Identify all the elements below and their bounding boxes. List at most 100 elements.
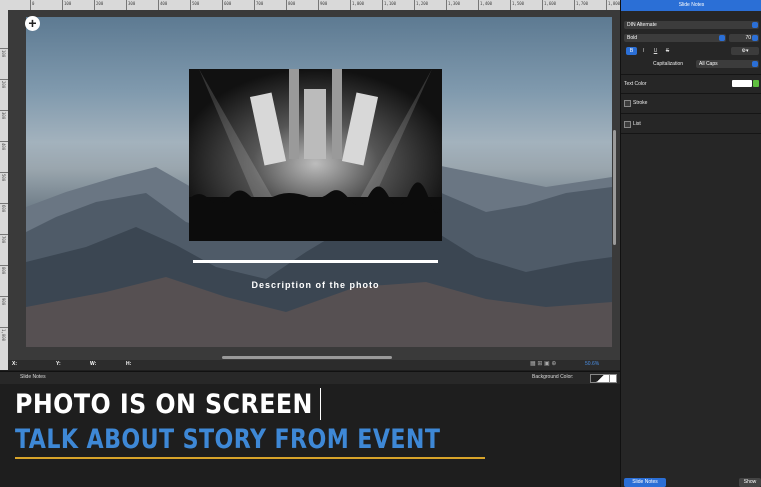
ruler-label: 100 (1, 50, 6, 58)
inspector-panel: Slide Notes DIN Alternate Bold 70 B I U … (620, 0, 761, 487)
font-weight-select[interactable]: Bold (624, 34, 726, 42)
stroke-label: Stroke (633, 100, 648, 106)
ruler-tick (414, 0, 415, 10)
caption-divider (193, 260, 438, 263)
capitalization-select[interactable]: All Caps (696, 60, 759, 68)
underline-button[interactable]: U (650, 47, 661, 55)
ruler-tick (30, 0, 31, 10)
ruler-label: 400 (160, 1, 168, 6)
ruler-tick (0, 79, 8, 80)
ruler-tick (0, 234, 8, 235)
ruler-label: 500 (1, 174, 6, 182)
ruler-tick (62, 0, 63, 10)
font-size-field[interactable]: 70 (729, 34, 759, 42)
ruler-tick (542, 0, 543, 10)
background-color-picker-button[interactable] (609, 374, 617, 383)
tab-slide-notes[interactable]: Slide Notes (621, 0, 761, 11)
stroke-checkbox[interactable] (624, 100, 631, 107)
ruler-label: 600 (1, 205, 6, 213)
horizontal-scrollbar[interactable] (222, 356, 392, 359)
italic-button[interactable]: I (638, 47, 649, 55)
notes-title: Slide Notes (20, 374, 46, 380)
height-coordinate[interactable]: H: (126, 361, 131, 367)
slide-notes-editor[interactable]: PHOTO IS ON SCREEN TALK ABOUT STORY FROM… (0, 384, 620, 487)
zoom-level[interactable]: 50.6% (585, 361, 599, 367)
ruler-label: 900 (320, 1, 328, 6)
text-color-label: Text Color (624, 81, 647, 87)
note-line-1[interactable]: PHOTO IS ON SCREEN (15, 389, 313, 420)
tab-show[interactable]: Show (739, 478, 761, 487)
ruler-tick (382, 0, 383, 10)
slide-canvas[interactable]: Description of the photo (26, 17, 612, 347)
photo-caption[interactable]: Description of the photo (189, 280, 442, 290)
ruler-tick (510, 0, 511, 10)
strikethrough-button[interactable]: S (662, 47, 673, 55)
text-style-menu[interactable]: ⚙▾ (731, 47, 759, 55)
list-checkbox[interactable] (624, 121, 631, 128)
ruler-tick (254, 0, 255, 10)
x-coordinate[interactable]: X: (12, 361, 17, 367)
ruler-label: 300 (1, 112, 6, 120)
ruler-tick (126, 0, 127, 10)
ruler-label: 600 (224, 1, 232, 6)
ruler-tick (0, 48, 8, 49)
text-color-picker-button[interactable] (753, 80, 759, 87)
ruler-label: 1,600 (544, 1, 557, 6)
ruler-tick (0, 172, 8, 173)
note-line-2[interactable]: TALK ABOUT STORY FROM EVENT (15, 424, 440, 455)
ruler-label: 1,100 (384, 1, 397, 6)
ruler-tick (0, 203, 8, 204)
ruler-label: 800 (288, 1, 296, 6)
background-color-swatch[interactable] (590, 374, 610, 383)
ruler-label: 800 (1, 267, 6, 275)
ruler-tick (94, 0, 95, 10)
list-label: List (633, 121, 641, 127)
text-caret (320, 388, 321, 420)
chevron-down-icon (752, 61, 758, 67)
ruler-tick (606, 0, 607, 10)
concert-image (189, 69, 442, 241)
ruler-label: 100 (64, 1, 72, 6)
capitalization-label: Capitalization (653, 61, 684, 67)
ruler-label: 400 (1, 143, 6, 151)
ruler-label: 1,700 (576, 1, 589, 6)
chevron-down-icon (752, 22, 758, 28)
zoom-controls[interactable]: ▦ ⊞ ▣ ⊕ (530, 360, 556, 367)
add-icon[interactable]: + (25, 16, 40, 31)
font-family-select[interactable]: DIN Alternate (624, 21, 759, 29)
concert-photo[interactable] (189, 69, 442, 241)
vertical-scrollbar[interactable] (613, 130, 616, 245)
horizontal-ruler: 0 100 200 300 400 500 600 700 800 900 1,000 1,100 1,… (8, 0, 620, 10)
coordinate-bar: X: Y: W: H: (8, 360, 620, 370)
ruler-tick (0, 327, 8, 328)
notes-header: Slide Notes Background Color: (0, 371, 620, 384)
text-color-well[interactable] (732, 80, 752, 87)
ruler-label: 1,300 (448, 1, 461, 6)
ruler-label: 1,800 (608, 1, 621, 6)
slide-editor[interactable]: 0 100 200 300 400 500 600 700 800 900 1,000 1,100 1,… (0, 0, 620, 370)
ruler-tick (478, 0, 479, 10)
ruler-tick (574, 0, 575, 10)
note-line-2-underline (15, 457, 485, 459)
ruler-tick (190, 0, 191, 10)
ruler-tick (318, 0, 319, 10)
ruler-label: 1,200 (416, 1, 429, 6)
ruler-label: 500 (192, 1, 200, 6)
width-coordinate[interactable]: W: (90, 361, 96, 367)
ruler-tick (222, 0, 223, 10)
ruler-tick (158, 0, 159, 10)
ruler-tick (0, 265, 8, 266)
ruler-tick (286, 0, 287, 10)
bold-button[interactable]: B (626, 47, 637, 55)
ruler-label: 1,000 (1, 329, 6, 342)
background-color-label: Background Color: (532, 374, 574, 380)
stepper-icon (752, 35, 758, 41)
ruler-label: 0 (32, 1, 35, 6)
ruler-label: 1,400 (480, 1, 493, 6)
ruler-tick (0, 110, 8, 111)
ruler-tick (0, 296, 8, 297)
y-coordinate[interactable]: Y: (56, 361, 61, 367)
divider (621, 113, 761, 114)
ruler-tick (0, 141, 8, 142)
tab-slide-notes-bottom[interactable]: Slide Notes (624, 478, 666, 487)
